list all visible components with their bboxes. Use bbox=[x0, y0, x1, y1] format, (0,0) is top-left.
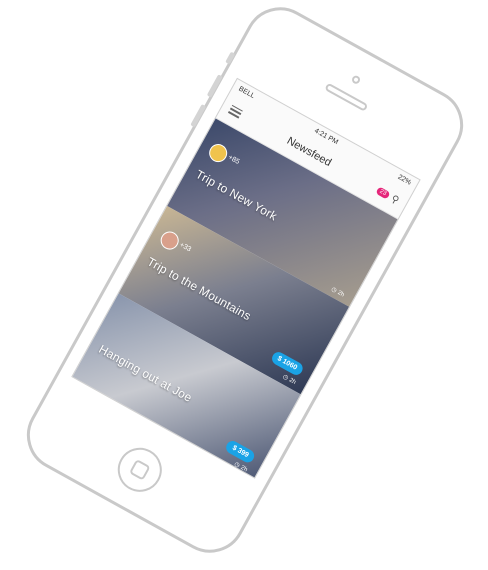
participants-count: +85 bbox=[226, 154, 241, 166]
card-title: Hanging out at Joe bbox=[96, 342, 195, 405]
avatar[interactable] bbox=[205, 140, 231, 166]
volume-button-up bbox=[206, 74, 223, 98]
card-time: ◷ 2h bbox=[330, 286, 346, 299]
home-button[interactable] bbox=[109, 439, 170, 500]
hamburger-menu-icon[interactable] bbox=[228, 104, 244, 119]
app-screen: BELL 4:21 PM 22% Newsfeed 23 ⚲ +85 Trip … bbox=[71, 77, 421, 479]
card-title: Trip to the Mountains bbox=[144, 254, 254, 324]
volume-button-down bbox=[190, 104, 207, 128]
nav-actions: 23 ⚲ bbox=[375, 185, 401, 206]
participants-count: +33 bbox=[178, 241, 193, 254]
phone-frame: BELL 4:21 PM 22% Newsfeed 23 ⚲ +85 Trip … bbox=[13, 0, 477, 566]
stage: BELL 4:21 PM 22% Newsfeed 23 ⚲ +85 Trip … bbox=[0, 0, 488, 570]
pin-icon[interactable]: ⚲ bbox=[389, 193, 401, 206]
card-title: Trip to New York bbox=[193, 167, 280, 224]
price-badge[interactable]: $ 1060 bbox=[269, 349, 305, 378]
mute-switch bbox=[225, 51, 236, 65]
avatar[interactable] bbox=[157, 228, 182, 253]
front-camera bbox=[350, 74, 362, 86]
price-badge[interactable]: $ 399 bbox=[224, 438, 257, 465]
notification-badge[interactable]: 23 bbox=[375, 186, 391, 200]
earpiece-speaker bbox=[324, 82, 369, 112]
